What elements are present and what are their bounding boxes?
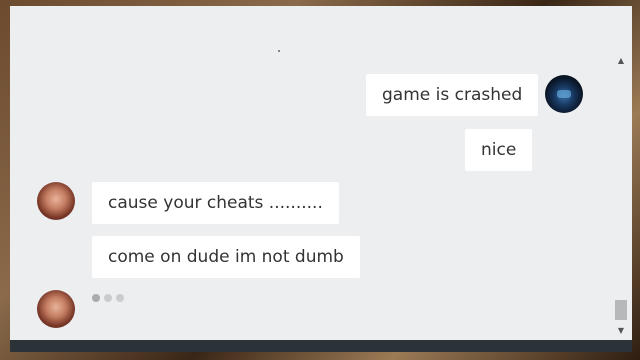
scroll-up-arrow-icon[interactable]: ▲ — [614, 54, 628, 66]
self-avatar[interactable] — [545, 75, 583, 113]
typing-dot — [92, 294, 100, 302]
message-bubble-other[interactable]: cause your cheats .......... — [92, 182, 339, 224]
chat-footer-bar — [10, 340, 632, 352]
chat-window: game is crashed nice cause your cheats .… — [10, 6, 632, 352]
typing-indicator — [92, 294, 124, 302]
message-bubble-self[interactable]: nice — [465, 129, 533, 171]
contact-avatar[interactable] — [37, 290, 75, 328]
chat-scrollbar[interactable]: ▲ ▼ — [614, 54, 628, 336]
message-bubble-self[interactable]: game is crashed — [366, 74, 539, 116]
scrollbar-thumb[interactable] — [615, 300, 627, 320]
scroll-down-arrow-icon[interactable]: ▼ — [614, 324, 628, 336]
message-bubble-other[interactable]: come on dude im not dumb — [92, 236, 360, 278]
contact-avatar[interactable] — [37, 182, 75, 220]
typing-dot — [116, 294, 124, 302]
typing-dot — [104, 294, 112, 302]
decorative-dot — [278, 50, 280, 52]
